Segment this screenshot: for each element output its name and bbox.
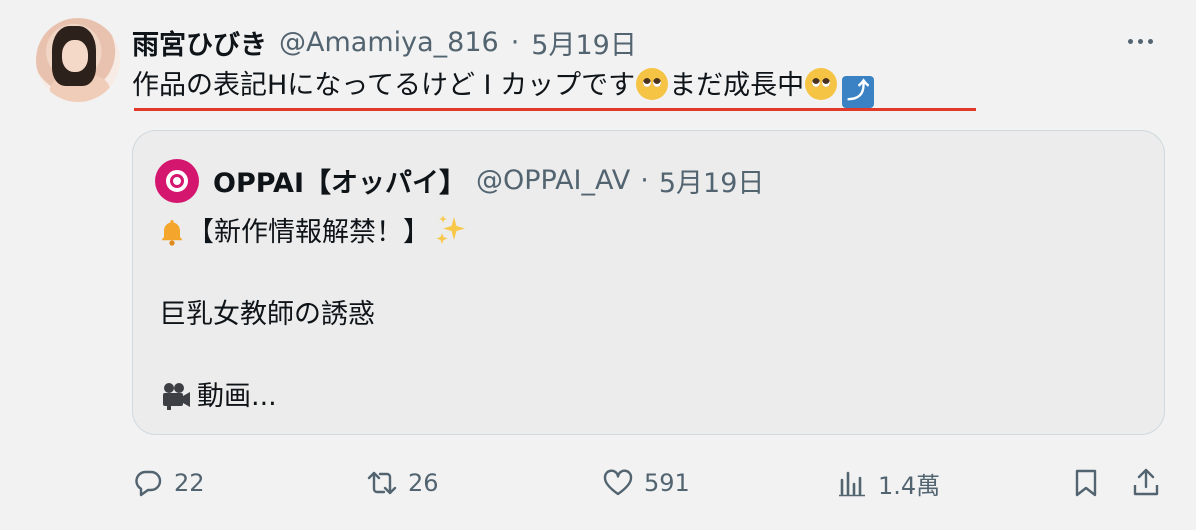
heart-icon	[602, 467, 634, 499]
quote-display-name: OPPAI【オッパイ】	[213, 168, 466, 199]
quoted-tweet[interactable]: OPPAI【オッパイ】 @OPPAI_AV · 5月19日 【新作情報解禁！】 …	[132, 130, 1165, 435]
avatar-face	[62, 40, 88, 72]
display-name[interactable]: 雨宮ひびき	[132, 23, 267, 62]
reply-icon	[132, 467, 164, 499]
separator-dot: ·	[510, 26, 520, 58]
quote-date: 5月19日	[658, 168, 765, 199]
more-options-button[interactable]	[1120, 26, 1160, 56]
quote-line-1: 【新作情報解禁！】	[159, 213, 468, 253]
red-underline	[134, 108, 976, 111]
reply-count: 22	[174, 469, 205, 497]
reply-button[interactable]: 22	[132, 460, 205, 506]
quote-line-3-text: 動画...	[197, 381, 277, 412]
more-dot-icon	[1127, 38, 1133, 44]
pleading-face-icon	[636, 68, 669, 100]
bookmark-button[interactable]	[1070, 460, 1102, 506]
tweet-actions: 22 26 591 1.4萬	[0, 460, 1196, 510]
sparkles-icon	[434, 213, 468, 247]
like-button[interactable]: 591	[602, 460, 690, 506]
avatar[interactable]	[36, 18, 120, 102]
like-count: 591	[644, 469, 690, 497]
retweet-count: 26	[408, 469, 439, 497]
more-dot-icon	[1147, 38, 1153, 44]
tweet-date[interactable]: 5月19日	[531, 23, 637, 62]
views-count: 1.4萬	[878, 471, 941, 500]
bookmark-icon	[1070, 467, 1102, 499]
quote-avatar[interactable]	[155, 159, 199, 203]
quote-line-1-text: 【新作情報解禁！】	[187, 217, 430, 248]
quote-separator: ·	[640, 165, 649, 196]
pleading-face-icon	[805, 68, 838, 100]
share-icon	[1130, 467, 1162, 499]
quote-body: 【新作情報解禁！】 巨乳女教師の誘惑 動画...	[159, 213, 468, 417]
arrow-up-right-icon: ⤴	[842, 76, 875, 108]
user-handle[interactable]: @Amamiya_816	[279, 27, 499, 58]
retweet-button[interactable]: 26	[366, 460, 439, 506]
retweet-icon	[366, 467, 398, 499]
tweet-text: 作品の表記Hになってるけど I カップです まだ成長中 ⤴	[132, 68, 875, 108]
share-button[interactable]	[1130, 460, 1162, 506]
tweet[interactable]: 雨宮ひびき @Amamiya_816 · 5月19日 作品の表記Hになってるけど…	[0, 0, 1196, 530]
quote-line-3: 動画...	[159, 377, 468, 417]
views-button[interactable]: 1.4萬	[836, 460, 940, 506]
tweet-text-part1: 作品の表記Hになってるけど I カップです	[132, 70, 636, 101]
tweet-text-part2: まだ成長中	[669, 70, 805, 101]
quote-handle: @OPPAI_AV	[476, 165, 631, 196]
more-dot-icon	[1137, 38, 1143, 44]
bell-icon	[159, 218, 185, 246]
views-chart-icon	[836, 467, 868, 499]
quote-line-2: 巨乳女教師の誘惑	[159, 299, 375, 330]
tweet-header: 雨宮ひびき @Amamiya_816 · 5月19日	[132, 22, 637, 62]
movie-camera-icon	[159, 381, 193, 411]
quote-header: OPPAI【オッパイ】 @OPPAI_AV · 5月19日	[213, 161, 764, 200]
